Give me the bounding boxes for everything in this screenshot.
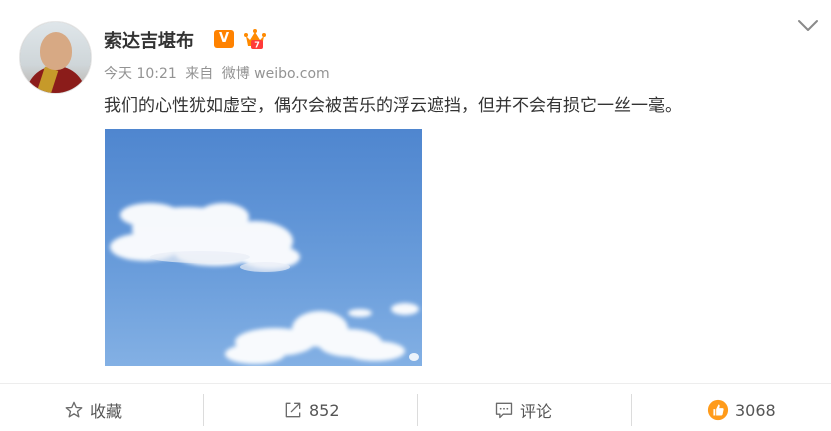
post-source-prefix: 来自 — [185, 66, 214, 82]
favorite-label: 收藏 — [90, 402, 123, 421]
post-meta: 今天 10:21 来自 微博 weibo.com — [104, 63, 330, 83]
action-separator — [203, 394, 204, 426]
post-text: 我们的心性犹如虚空，偶尔会被苦乐的浮云遮挡，但并不会有损它一丝一毫。 — [104, 96, 682, 116]
avatar-face — [40, 32, 72, 70]
action-separator — [417, 394, 418, 426]
verified-badge-icon[interactable]: V — [214, 30, 234, 48]
repost-button[interactable]: 852 — [283, 396, 340, 424]
comment-button[interactable]: 评论 — [494, 396, 552, 424]
post-image[interactable] — [105, 129, 422, 366]
footer-divider — [0, 383, 831, 384]
like-count: 3068 — [735, 400, 776, 420]
star-icon — [64, 400, 84, 420]
favorite-button[interactable]: 收藏 — [64, 396, 122, 424]
comment-label: 评论 — [520, 402, 553, 421]
author-name[interactable]: 索达吉堪布 — [104, 27, 194, 53]
comment-icon — [494, 400, 514, 420]
svg-text:7: 7 — [254, 41, 260, 50]
thumbs-up-icon — [707, 399, 729, 421]
crown-icon[interactable]: 7 — [243, 28, 267, 50]
repost-icon — [283, 400, 303, 420]
action-separator — [631, 394, 632, 426]
chevron-down-icon[interactable] — [797, 18, 819, 34]
author-avatar[interactable] — [19, 21, 92, 94]
post-source[interactable]: 微博 weibo.com — [222, 66, 330, 82]
like-button[interactable]: 3068 — [707, 396, 776, 424]
repost-count: 852 — [309, 400, 340, 420]
post-time[interactable]: 今天 10:21 — [104, 66, 177, 82]
